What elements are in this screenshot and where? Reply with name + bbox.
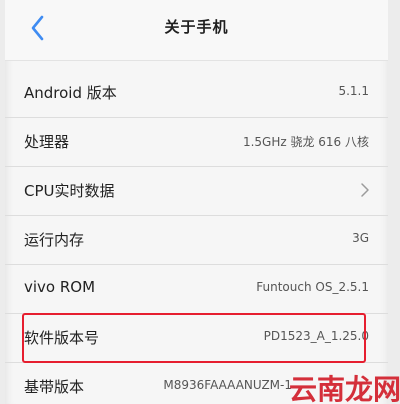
- chevron-right-icon: [361, 183, 369, 197]
- software-version-row[interactable]: 软件版本号 PD1523_A_1.25.0: [5, 314, 388, 363]
- memory-value: 3G: [352, 231, 369, 245]
- software-version-value: PD1523_A_1.25.0: [263, 329, 369, 343]
- settings-list: Android 版本 5.1.1 处理器 1.5GHz 骁龙 616 八核 CP…: [5, 69, 388, 404]
- baseband-version-value: M8936FAAAANUZM-1: [163, 378, 292, 392]
- cpu-realtime-label: CPU实时数据: [24, 182, 115, 200]
- vivo-rom-value: Funtouch OS_2.5.1: [256, 280, 369, 294]
- processor-label: 处理器: [24, 133, 70, 151]
- processor-value: 1.5GHz 骁龙 616 八核: [242, 135, 369, 149]
- android-version-value: 5.1.1: [338, 84, 369, 98]
- processor-row[interactable]: 处理器 1.5GHz 骁龙 616 八核: [5, 118, 388, 167]
- android-version-row[interactable]: Android 版本 5.1.1: [5, 69, 388, 118]
- android-version-label: Android 版本: [24, 84, 117, 102]
- page-title: 关于手机: [164, 18, 229, 36]
- baseband-version-label: 基带版本: [24, 378, 85, 396]
- software-version-label: 软件版本号: [24, 329, 100, 347]
- cpu-realtime-row[interactable]: CPU实时数据: [5, 167, 388, 216]
- vivo-rom-row[interactable]: vivo ROM Funtouch OS_2.5.1: [5, 265, 388, 314]
- memory-row[interactable]: 运行内存 3G: [5, 216, 388, 265]
- vivo-rom-label: vivo ROM: [24, 278, 96, 296]
- watermark-logo: 云南龙网: [289, 373, 400, 404]
- app-header: 关于手机: [5, 0, 388, 61]
- about-phone-screen: 关于手机 Android 版本 5.1.1 处理器 1.5GHz 骁龙 616 …: [5, 0, 388, 404]
- phone-frame: 关于手机 Android 版本 5.1.1 处理器 1.5GHz 骁龙 616 …: [0, 0, 400, 404]
- memory-label: 运行内存: [24, 231, 85, 249]
